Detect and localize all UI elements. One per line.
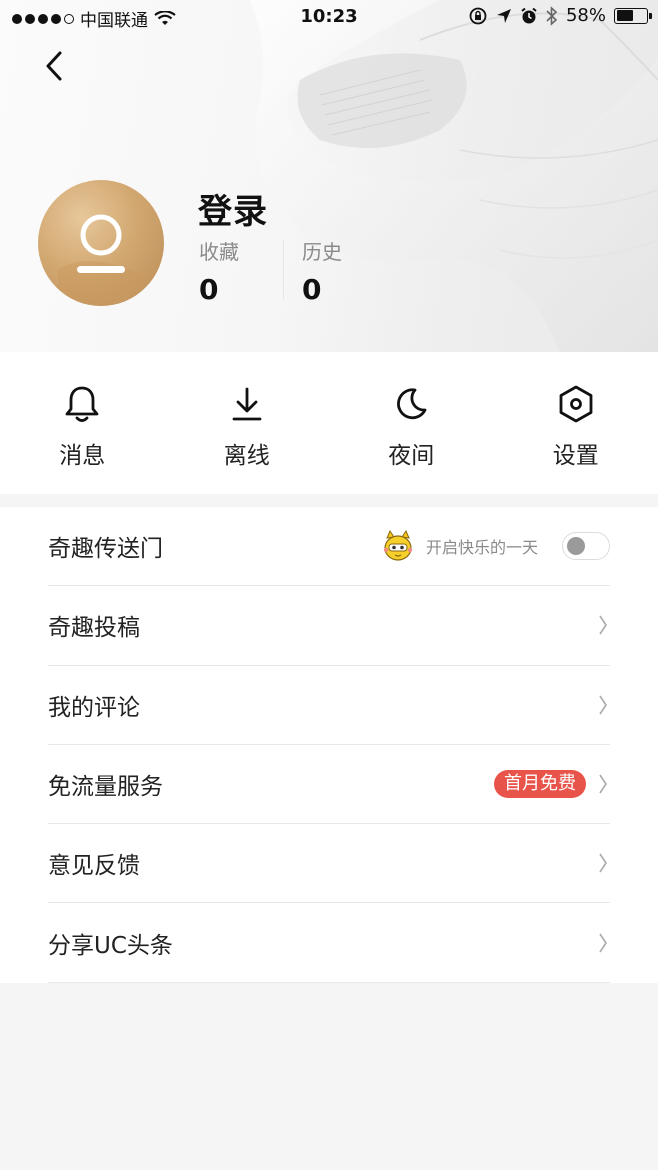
messages-button[interactable]: 消息: [0, 352, 165, 494]
download-icon: [227, 384, 267, 424]
avatar[interactable]: [38, 180, 164, 306]
list-item-submit[interactable]: 奇趣投稿: [48, 586, 610, 666]
favorites-label: 收藏: [199, 240, 239, 264]
portal-toggle[interactable]: [562, 532, 610, 561]
profile-header: 中国联通 10:23 58% 登录 收藏 0 历史 0: [0, 0, 658, 352]
battery-icon: [614, 7, 652, 24]
battery-percentage: 58%: [565, 5, 606, 26]
favorites-stat[interactable]: 收藏 0: [199, 236, 239, 306]
chevron-right-icon: [596, 851, 610, 875]
chevron-right-icon: [596, 613, 610, 637]
user-placeholder-icon: [58, 214, 144, 306]
feedback-label: 意见反馈: [48, 853, 140, 880]
night-mode-button[interactable]: 夜间: [329, 352, 494, 494]
history-stat[interactable]: 历史 0: [302, 236, 342, 306]
moon-icon: [391, 384, 431, 424]
status-bar: 中国联通 10:23 58%: [0, 0, 658, 34]
bluetooth-icon: [546, 5, 558, 26]
history-label: 历史: [302, 240, 342, 264]
location-arrow-icon: [496, 8, 511, 23]
chevron-right-icon: [596, 772, 610, 796]
free-month-badge: 首月免费: [494, 770, 586, 799]
chevron-right-icon: [596, 931, 610, 955]
favorites-count: 0: [199, 273, 219, 306]
portal-label: 奇趣传送门: [48, 536, 163, 563]
chevron-left-icon: [46, 51, 62, 81]
history-count: 0: [302, 273, 322, 306]
free-data-right: 首月免费: [494, 745, 610, 823]
share-right: [596, 903, 610, 981]
hexagon-gear-icon: [556, 384, 596, 424]
login-title[interactable]: 登录: [198, 184, 268, 233]
settings-label: 设置: [552, 443, 599, 469]
quick-actions: 消息 离线 夜间 设置: [0, 352, 658, 494]
back-button[interactable]: [38, 46, 70, 86]
stat-divider: [283, 240, 284, 300]
chevron-right-icon: [596, 693, 610, 717]
list-item-free-data[interactable]: 免流量服务 首月免费: [48, 745, 610, 825]
messages-label: 消息: [59, 443, 106, 469]
comments-label: 我的评论: [48, 694, 140, 721]
night-mode-label: 夜间: [388, 443, 435, 469]
list-item-share[interactable]: 分享UC头条: [48, 903, 610, 983]
list-item-comments[interactable]: 我的评论: [48, 666, 610, 745]
settings-button[interactable]: 设置: [494, 352, 658, 494]
portal-tagline: 开启快乐的一天: [425, 538, 538, 558]
mascot-icon: [383, 530, 413, 561]
status-bar-right: 58%: [468, 5, 652, 26]
share-label: 分享UC头条: [48, 932, 173, 959]
menu-list: 奇趣传送门 开启快乐的一天 奇趣投稿 我的评论 免流量服务 首月免费 意见反馈 …: [0, 507, 658, 983]
list-item-feedback[interactable]: 意见反馈: [48, 824, 610, 904]
submit-label: 奇趣投稿: [48, 615, 140, 642]
offline-button[interactable]: 离线: [165, 352, 330, 494]
toggle-knob: [567, 537, 585, 556]
portal-right: 开启快乐的一天: [380, 507, 610, 585]
alarm-icon: [521, 7, 537, 23]
bell-icon: [62, 384, 102, 424]
list-item-portal[interactable]: 奇趣传送门 开启快乐的一天: [48, 507, 610, 587]
rotation-lock-icon: [469, 7, 487, 24]
offline-label: 离线: [223, 443, 270, 469]
feedback-right: [596, 824, 610, 902]
free-data-label: 免流量服务: [48, 774, 163, 801]
submit-right: [596, 586, 610, 664]
comments-right: [596, 666, 610, 744]
